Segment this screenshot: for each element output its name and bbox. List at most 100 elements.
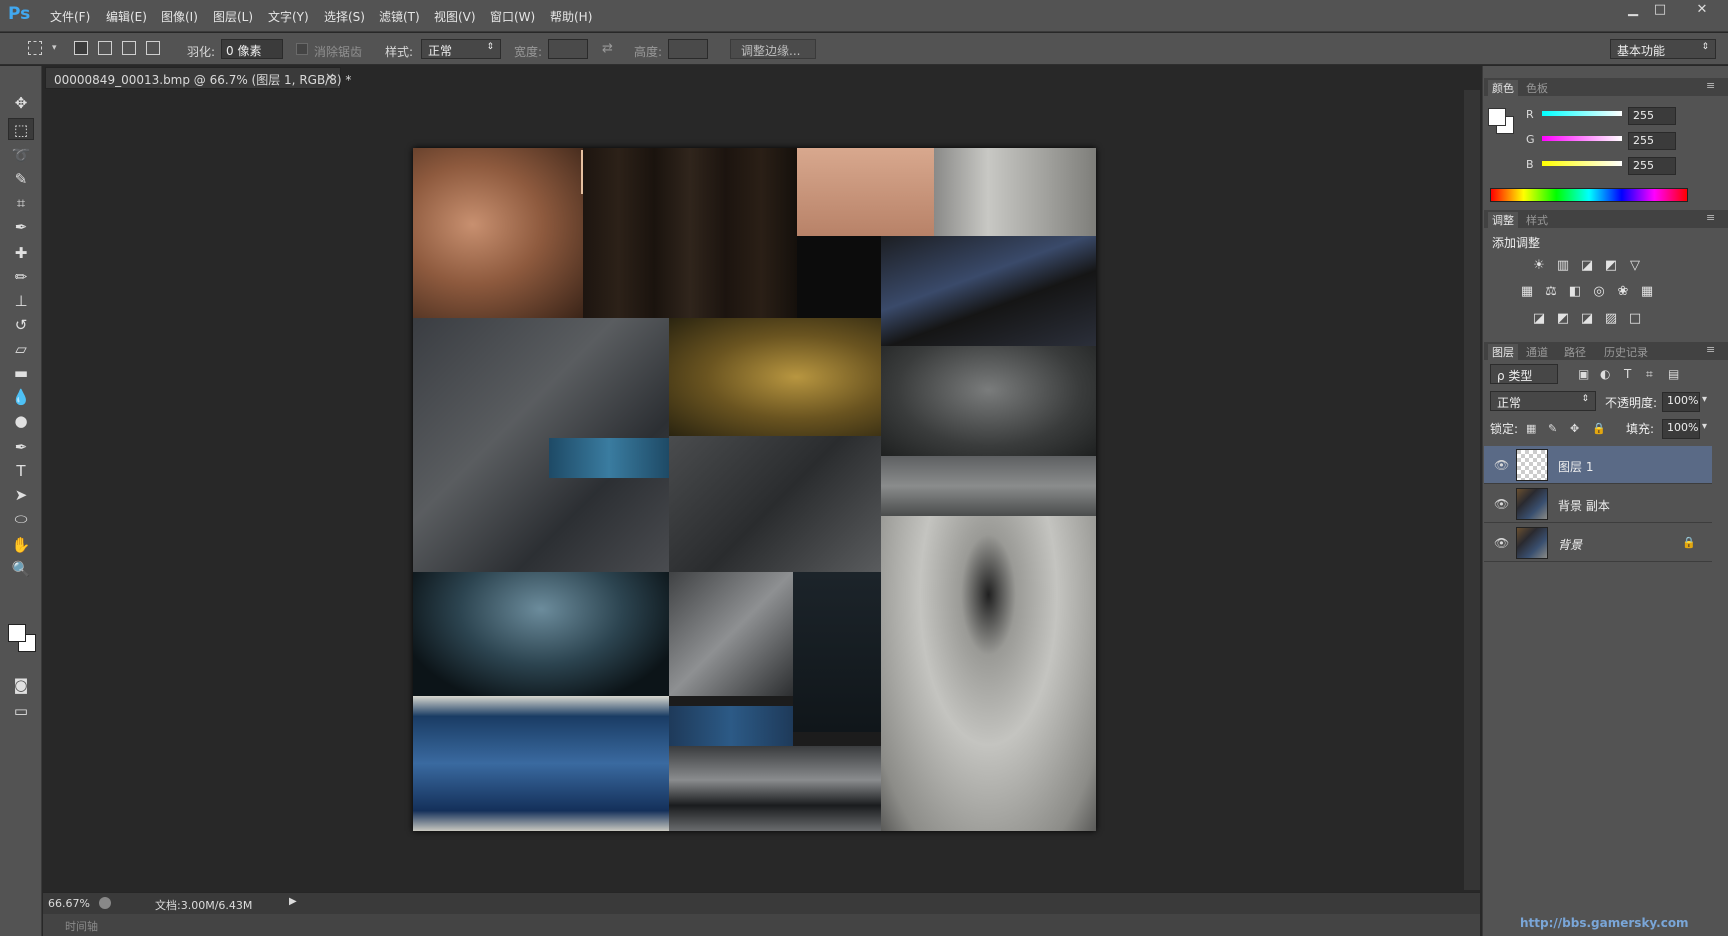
tab-adjustments[interactable]: 调整 (1488, 212, 1518, 228)
visibility-eye-icon[interactable]: 👁 (1494, 536, 1509, 550)
photo-filter-icon[interactable]: ◎ (1590, 284, 1608, 300)
menu-type[interactable]: 文字(Y) (268, 8, 309, 25)
healing-brush-tool-icon[interactable]: ✚ (8, 242, 34, 264)
timeline-tab[interactable]: 时间轴 (65, 918, 98, 934)
subtract-selection-icon[interactable] (122, 41, 136, 55)
eyedropper-tool-icon[interactable]: ✒ (8, 216, 34, 238)
intersect-selection-icon[interactable] (146, 41, 160, 55)
tab-history[interactable]: 历史记录 (1604, 344, 1648, 360)
filter-adjust-icon[interactable]: ◐ (1600, 367, 1610, 381)
filter-type-icon[interactable]: T (1624, 367, 1631, 381)
height-input[interactable] (668, 39, 708, 59)
tab-color[interactable]: 颜色 (1488, 80, 1518, 96)
menu-image[interactable]: 图像(I) (161, 8, 198, 25)
ellipse-tool-icon[interactable]: ⬭ (8, 508, 34, 530)
status-menu-icon[interactable] (99, 897, 111, 909)
gradient-map-icon[interactable]: □ (1626, 311, 1644, 327)
visibility-eye-icon[interactable]: 👁 (1494, 497, 1509, 511)
foreground-color-swatch[interactable] (8, 624, 26, 642)
refine-edge-button[interactable]: 调整边缘... (730, 39, 816, 59)
status-arrow-icon[interactable]: ▶ (289, 896, 297, 907)
g-input[interactable]: 255 (1628, 132, 1676, 150)
color-lookup-icon[interactable]: ▦ (1638, 284, 1656, 300)
fill-dropdown-icon[interactable]: ▾ (1702, 421, 1707, 432)
levels-icon[interactable]: ▥ (1554, 258, 1572, 274)
type-tool-icon[interactable]: T (8, 460, 34, 482)
quick-selection-tool-icon[interactable]: ✎ (8, 168, 34, 190)
swap-icon[interactable]: ⇄ (602, 41, 613, 56)
lasso-tool-icon[interactable]: ➰ (8, 144, 34, 166)
tab-paths[interactable]: 路径 (1564, 344, 1586, 360)
add-selection-icon[interactable] (98, 41, 112, 55)
menu-filter[interactable]: 滤镜(T) (379, 8, 420, 25)
dodge-tool-icon[interactable]: ● (8, 410, 34, 432)
opacity-input[interactable]: 100% (1662, 392, 1700, 412)
panel-menu-icon[interactable]: ≡ (1706, 79, 1715, 92)
brightness-icon[interactable]: ☀ (1530, 258, 1548, 274)
menu-select[interactable]: 选择(S) (324, 8, 365, 25)
lock-position-icon[interactable]: ✥ (1570, 422, 1579, 435)
maximize-button[interactable]: □ (1645, 0, 1675, 20)
screen-mode-icon[interactable]: ▭ (8, 700, 34, 722)
pen-tool-icon[interactable]: ✒ (8, 436, 34, 458)
document-tab[interactable]: 00000849_00013.bmp @ 66.7% (图层 1, RGB/8)… (45, 67, 351, 89)
g-slider[interactable] (1542, 136, 1622, 141)
threshold-icon[interactable]: ◪ (1578, 311, 1596, 327)
antialias-checkbox[interactable] (296, 43, 308, 55)
invert-icon[interactable]: ◪ (1530, 311, 1548, 327)
layer-row[interactable]: 👁 背景 副本 (1484, 485, 1712, 523)
minimize-button[interactable]: ▁ (1618, 0, 1648, 20)
menu-help[interactable]: 帮助(H) (550, 8, 592, 25)
layer-filter-select[interactable]: ρ 类型 (1490, 364, 1558, 384)
r-slider[interactable] (1542, 111, 1622, 116)
marquee-tool-preset-icon[interactable] (28, 41, 42, 55)
gradient-tool-icon[interactable]: ▬ (8, 362, 34, 384)
selective-color-icon[interactable]: ▨ (1602, 311, 1620, 327)
foreground-swatch[interactable] (1488, 108, 1506, 126)
b-input[interactable]: 255 (1628, 157, 1676, 175)
document-canvas[interactable] (413, 148, 1096, 831)
hue-saturation-icon[interactable]: ▦ (1518, 284, 1536, 300)
layer-row[interactable]: 👁 背景 🔒 (1484, 524, 1712, 562)
feather-input[interactable]: 0 像素 (221, 39, 283, 59)
path-selection-tool-icon[interactable]: ➤ (8, 484, 34, 506)
visibility-eye-icon[interactable]: 👁 (1494, 458, 1509, 472)
exposure-icon[interactable]: ◩ (1602, 258, 1620, 274)
width-input[interactable] (548, 39, 588, 59)
filter-shape-icon[interactable]: ⌗ (1646, 367, 1653, 382)
vibrance-icon[interactable]: ▽ (1626, 258, 1644, 274)
vertical-scrollbar[interactable] (1464, 90, 1480, 890)
channel-mixer-icon[interactable]: ❀ (1614, 284, 1632, 300)
eraser-tool-icon[interactable]: ▱ (8, 338, 34, 360)
brush-tool-icon[interactable]: ✏ (8, 266, 34, 288)
color-balance-icon[interactable]: ⚖ (1542, 284, 1560, 300)
tab-layers[interactable]: 图层 (1488, 344, 1518, 360)
menu-view[interactable]: 视图(V) (434, 8, 476, 25)
zoom-tool-icon[interactable]: 🔍 (8, 558, 34, 580)
stamp-tool-icon[interactable]: ⊥ (8, 290, 34, 312)
preset-dropdown-icon[interactable]: ▾ (52, 43, 57, 53)
lock-all-icon[interactable]: 🔒 (1592, 422, 1606, 435)
menu-layer[interactable]: 图层(L) (213, 8, 253, 25)
hand-tool-icon[interactable]: ✋ (8, 534, 34, 556)
posterize-icon[interactable]: ◩ (1554, 311, 1572, 327)
blur-tool-icon[interactable]: 💧 (8, 386, 34, 408)
fill-input[interactable]: 100% (1662, 419, 1700, 439)
marquee-tool-icon[interactable]: ⬚ (8, 118, 34, 140)
filter-pixel-icon[interactable]: ▣ (1578, 367, 1589, 381)
filter-smart-icon[interactable]: ▤ (1668, 367, 1679, 381)
quick-mask-icon[interactable]: ◙ (8, 674, 34, 696)
tab-styles[interactable]: 样式 (1526, 212, 1548, 228)
lock-transparent-icon[interactable]: ▦ (1526, 422, 1536, 435)
style-select[interactable]: 正常 ⇕ (421, 39, 501, 59)
color-spectrum-bar[interactable] (1490, 188, 1688, 202)
panel-menu-icon[interactable]: ≡ (1706, 211, 1715, 224)
zoom-level[interactable]: 66.67% (48, 897, 90, 910)
menu-window[interactable]: 窗口(W) (490, 8, 535, 25)
new-selection-icon[interactable] (74, 41, 88, 55)
blend-mode-select[interactable]: 正常 ⇕ (1490, 391, 1596, 411)
close-window-button[interactable]: ✕ (1684, 0, 1720, 20)
b-slider[interactable] (1542, 161, 1622, 166)
history-brush-tool-icon[interactable]: ↺ (8, 314, 34, 336)
close-document-icon[interactable]: × (325, 70, 335, 84)
